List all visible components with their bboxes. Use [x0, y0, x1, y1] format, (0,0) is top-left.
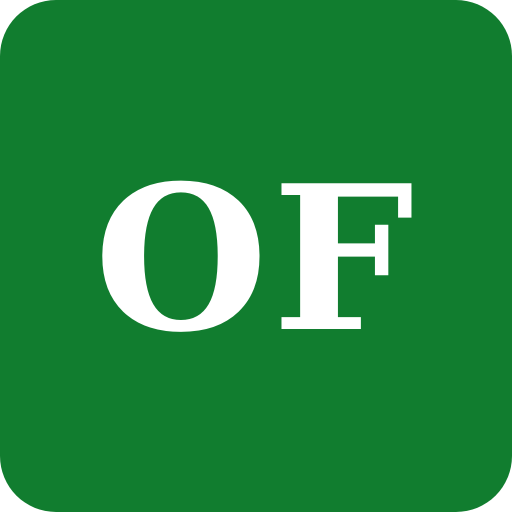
monogram-text: OF	[93, 142, 419, 377]
app-icon-tile[interactable]: OF	[0, 0, 512, 512]
